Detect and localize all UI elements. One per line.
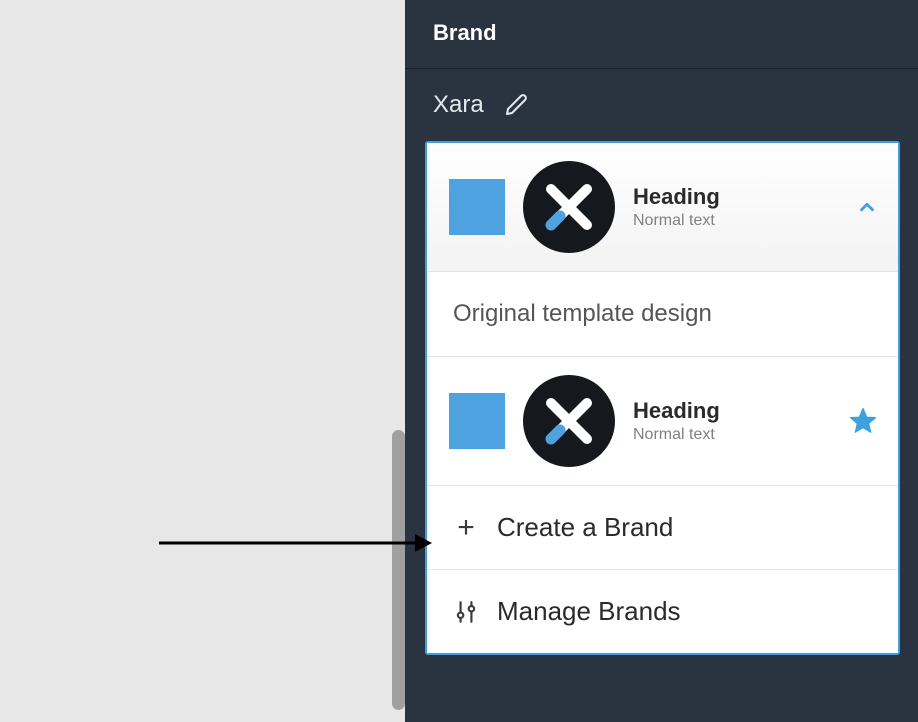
brand-text-stack: Heading Normal text: [633, 184, 838, 230]
manage-brands-label: Manage Brands: [497, 596, 681, 627]
brand-logo: [523, 375, 615, 467]
brand-dropdown: Heading Normal text Original template de…: [425, 141, 900, 655]
manage-brands-button[interactable]: Manage Brands: [427, 569, 898, 653]
color-swatch: [449, 393, 505, 449]
sidebar-header: Brand: [405, 0, 918, 69]
subtext: Normal text: [633, 212, 838, 230]
create-brand-label: Create a Brand: [497, 512, 673, 543]
subtext: Normal text: [633, 426, 830, 444]
brand-selected-card[interactable]: Heading Normal text: [427, 143, 898, 272]
brand-name-label: Xara: [433, 91, 484, 119]
plus-icon: +: [453, 515, 479, 541]
sliders-icon: [453, 599, 479, 625]
heading-text: Heading: [633, 398, 830, 424]
scrollbar-thumb[interactable]: [392, 430, 405, 710]
color-swatch: [449, 179, 505, 235]
create-brand-button[interactable]: + Create a Brand: [427, 486, 898, 569]
pencil-icon[interactable]: [504, 93, 528, 117]
brand-logo: [523, 161, 615, 253]
brand-text-stack: Heading Normal text: [633, 398, 830, 444]
star-icon[interactable]: [848, 406, 878, 436]
chevron-up-icon[interactable]: [856, 196, 878, 218]
heading-text: Heading: [633, 184, 838, 210]
brand-sidebar: Brand Xara Heading Normal text: [405, 0, 918, 722]
sidebar-title: Brand: [433, 20, 890, 46]
brand-name-row: Xara: [405, 69, 918, 137]
section-label: Original template design: [427, 272, 898, 356]
brand-option-card[interactable]: Heading Normal text: [427, 356, 898, 486]
canvas-area: [0, 0, 405, 722]
